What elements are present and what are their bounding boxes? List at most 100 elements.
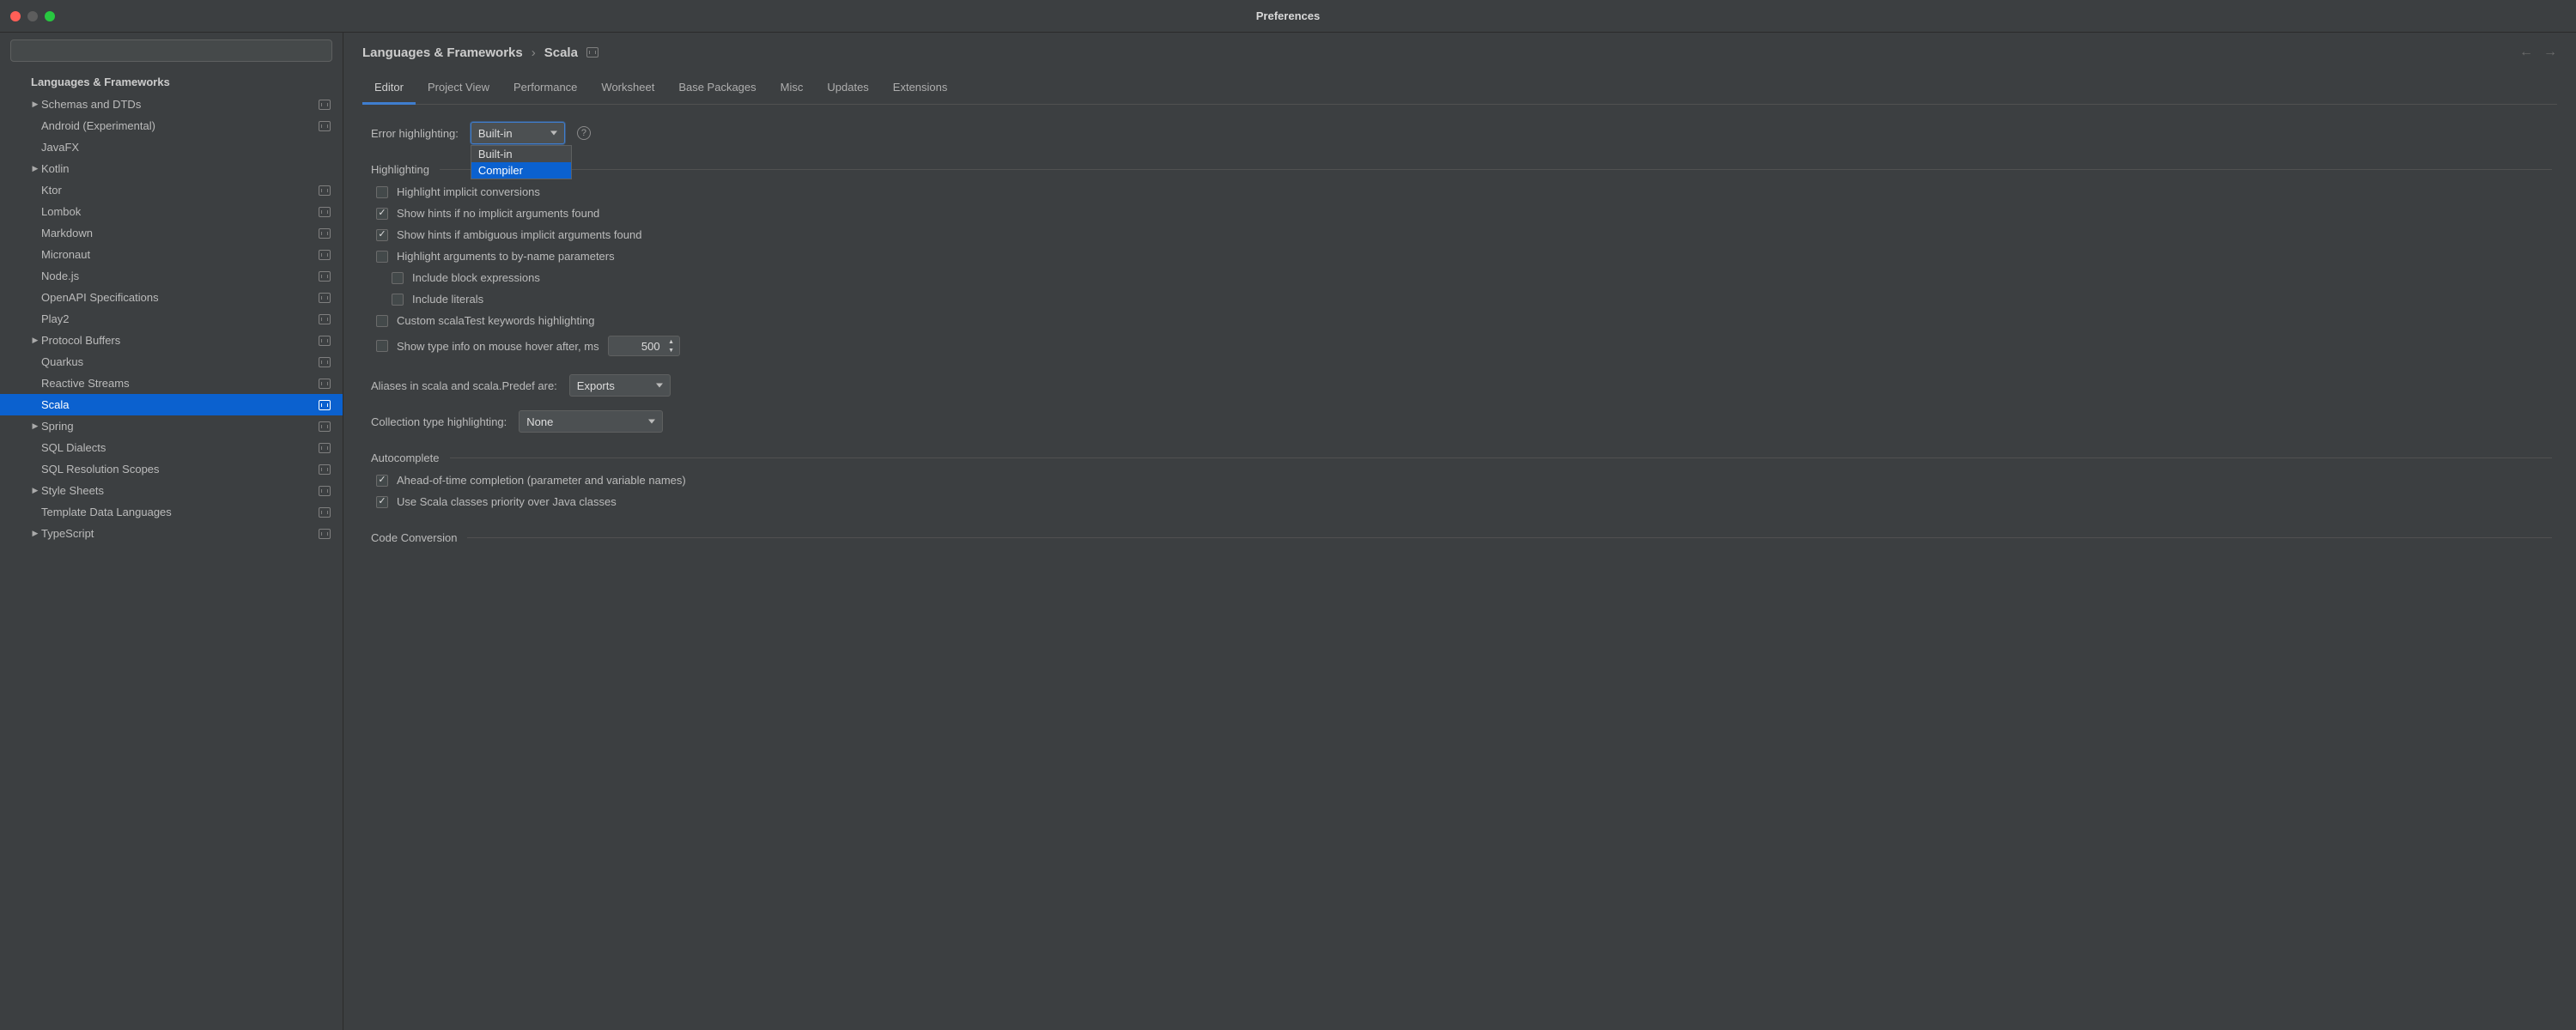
sidebar-item-label: Node.js: [41, 270, 319, 282]
tab-extensions[interactable]: Extensions: [881, 76, 960, 105]
error-highlighting-dropdown[interactable]: Built-in Built-inCompiler: [471, 122, 565, 144]
check-row: Show hints if no implicit arguments foun…: [371, 203, 2552, 224]
tab-performance[interactable]: Performance: [501, 76, 589, 105]
search-input[interactable]: [10, 39, 332, 62]
checkbox-label: Custom scalaTest keywords highlighting: [397, 314, 595, 327]
dropdown-option-built-in[interactable]: Built-in: [471, 146, 571, 162]
breadcrumb-root[interactable]: Languages & Frameworks: [362, 45, 523, 60]
sidebar-item-protocol-buffers[interactable]: ▶Protocol Buffers: [0, 330, 343, 351]
sidebar-item-play2[interactable]: Play2: [0, 308, 343, 330]
error-highlighting-label: Error highlighting:: [371, 127, 459, 140]
project-scope-icon: [319, 185, 331, 196]
sidebar-item-schemas-and-dtds[interactable]: ▶Schemas and DTDs: [0, 94, 343, 115]
sidebar-item-javafx[interactable]: JavaFX: [0, 136, 343, 158]
checkbox[interactable]: [376, 229, 388, 241]
sidebar-item-label: Protocol Buffers: [41, 334, 319, 347]
checkbox-label: Ahead-of-time completion (parameter and …: [397, 474, 686, 487]
section-highlighting: Highlighting: [371, 163, 429, 176]
sidebar-item-reactive-streams[interactable]: Reactive Streams: [0, 373, 343, 394]
sidebar-item-node-js[interactable]: Node.js: [0, 265, 343, 287]
chevron-right-icon: ›: [532, 45, 536, 60]
checkbox[interactable]: [376, 208, 388, 220]
sidebar-item-markdown[interactable]: Markdown: [0, 222, 343, 244]
sidebar-item-label: Markdown: [41, 227, 319, 239]
sidebar-item-ktor[interactable]: Ktor: [0, 179, 343, 201]
project-scope-icon: [319, 271, 331, 282]
check-row: Ahead-of-time completion (parameter and …: [371, 470, 2552, 491]
sidebar-item-label: Template Data Languages: [41, 506, 319, 518]
checkbox[interactable]: [392, 272, 404, 284]
checkbox-label: Highlight implicit conversions: [397, 185, 540, 198]
project-scope-icon: [319, 250, 331, 260]
window-title: Preferences: [0, 9, 2576, 22]
divider: [467, 537, 2552, 538]
settings-tree[interactable]: Languages & Frameworks▶Schemas and DTDsA…: [0, 70, 343, 1030]
project-scope-icon: [319, 421, 331, 432]
spinner-up-icon[interactable]: ▲: [665, 337, 677, 346]
chevron-right-icon: ▶: [29, 336, 41, 345]
chevron-right-icon: ▶: [29, 100, 41, 109]
hover-delay-spinner[interactable]: 500▲▼: [608, 336, 680, 356]
checkbox[interactable]: [392, 294, 404, 306]
aliases-dropdown[interactable]: Exports: [569, 374, 671, 397]
sidebar-item-label: JavaFX: [41, 141, 331, 154]
checkbox[interactable]: [376, 315, 388, 327]
nav-back-button[interactable]: ←: [2519, 45, 2533, 60]
check-row: Show hints if ambiguous implicit argumen…: [371, 224, 2552, 245]
tabs: EditorProject ViewPerformanceWorksheetBa…: [362, 76, 2557, 105]
sidebar-item-openapi-specifications[interactable]: OpenAPI Specifications: [0, 287, 343, 308]
sidebar-item-quarkus[interactable]: Quarkus: [0, 351, 343, 373]
checkbox[interactable]: [376, 340, 388, 352]
project-scope-icon: [319, 293, 331, 303]
spinner-down-icon[interactable]: ▼: [665, 346, 677, 354]
checkbox[interactable]: [376, 496, 388, 508]
checkbox-label: Show hints if no implicit arguments foun…: [397, 207, 599, 220]
collection-dropdown[interactable]: None: [519, 410, 663, 433]
sidebar-item-sql-dialects[interactable]: SQL Dialects: [0, 437, 343, 458]
sidebar-item-label: TypeScript: [41, 527, 319, 540]
project-scope-icon: [319, 443, 331, 453]
project-scope-icon: [319, 379, 331, 389]
tab-misc[interactable]: Misc: [769, 76, 816, 105]
sidebar-item-label: Scala: [41, 398, 319, 411]
sidebar-item-android-experimental-[interactable]: Android (Experimental): [0, 115, 343, 136]
breadcrumb-leaf: Scala: [544, 45, 578, 60]
sidebar-item-typescript[interactable]: ▶TypeScript: [0, 523, 343, 544]
divider: [440, 169, 2552, 170]
dropdown-option-compiler[interactable]: Compiler: [471, 162, 571, 179]
help-icon[interactable]: ?: [577, 126, 591, 140]
collection-value: None: [526, 415, 553, 428]
check-row: Highlight implicit conversions: [371, 181, 2552, 203]
tab-updates[interactable]: Updates: [815, 76, 880, 105]
sidebar-item-label: OpenAPI Specifications: [41, 291, 319, 304]
tab-worksheet[interactable]: Worksheet: [589, 76, 666, 105]
sidebar-item-label: SQL Dialects: [41, 441, 319, 454]
sidebar-item-scala[interactable]: Scala: [0, 394, 343, 415]
sidebar-item-label: Micronaut: [41, 248, 319, 261]
breadcrumb: Languages & Frameworks › Scala: [362, 45, 598, 60]
sidebar-section-header: Languages & Frameworks: [0, 70, 343, 94]
project-scope-icon: [319, 529, 331, 539]
nav-forward-button[interactable]: →: [2543, 45, 2557, 60]
checkbox[interactable]: [376, 186, 388, 198]
sidebar-item-kotlin[interactable]: ▶Kotlin: [0, 158, 343, 179]
tab-base-packages[interactable]: Base Packages: [666, 76, 768, 105]
sidebar-item-style-sheets[interactable]: ▶Style Sheets: [0, 480, 343, 501]
project-scope-icon: [319, 314, 331, 324]
checkbox-label: Show type info on mouse hover after, ms: [397, 340, 599, 353]
sidebar-item-sql-resolution-scopes[interactable]: SQL Resolution Scopes: [0, 458, 343, 480]
sidebar-item-lombok[interactable]: Lombok: [0, 201, 343, 222]
tab-project-view[interactable]: Project View: [416, 76, 501, 105]
sidebar-item-spring[interactable]: ▶Spring: [0, 415, 343, 437]
sidebar-item-template-data-languages[interactable]: Template Data Languages: [0, 501, 343, 523]
checkbox[interactable]: [376, 475, 388, 487]
collection-label: Collection type highlighting:: [371, 415, 507, 428]
tab-editor[interactable]: Editor: [362, 76, 416, 105]
project-scope-icon: [319, 464, 331, 475]
project-scope-icon: [319, 357, 331, 367]
checkbox-label: Use Scala classes priority over Java cla…: [397, 495, 617, 508]
check-row: Include block expressions: [371, 267, 2552, 288]
checkbox[interactable]: [376, 251, 388, 263]
checkbox-label: Show hints if ambiguous implicit argumen…: [397, 228, 641, 241]
sidebar-item-micronaut[interactable]: Micronaut: [0, 244, 343, 265]
